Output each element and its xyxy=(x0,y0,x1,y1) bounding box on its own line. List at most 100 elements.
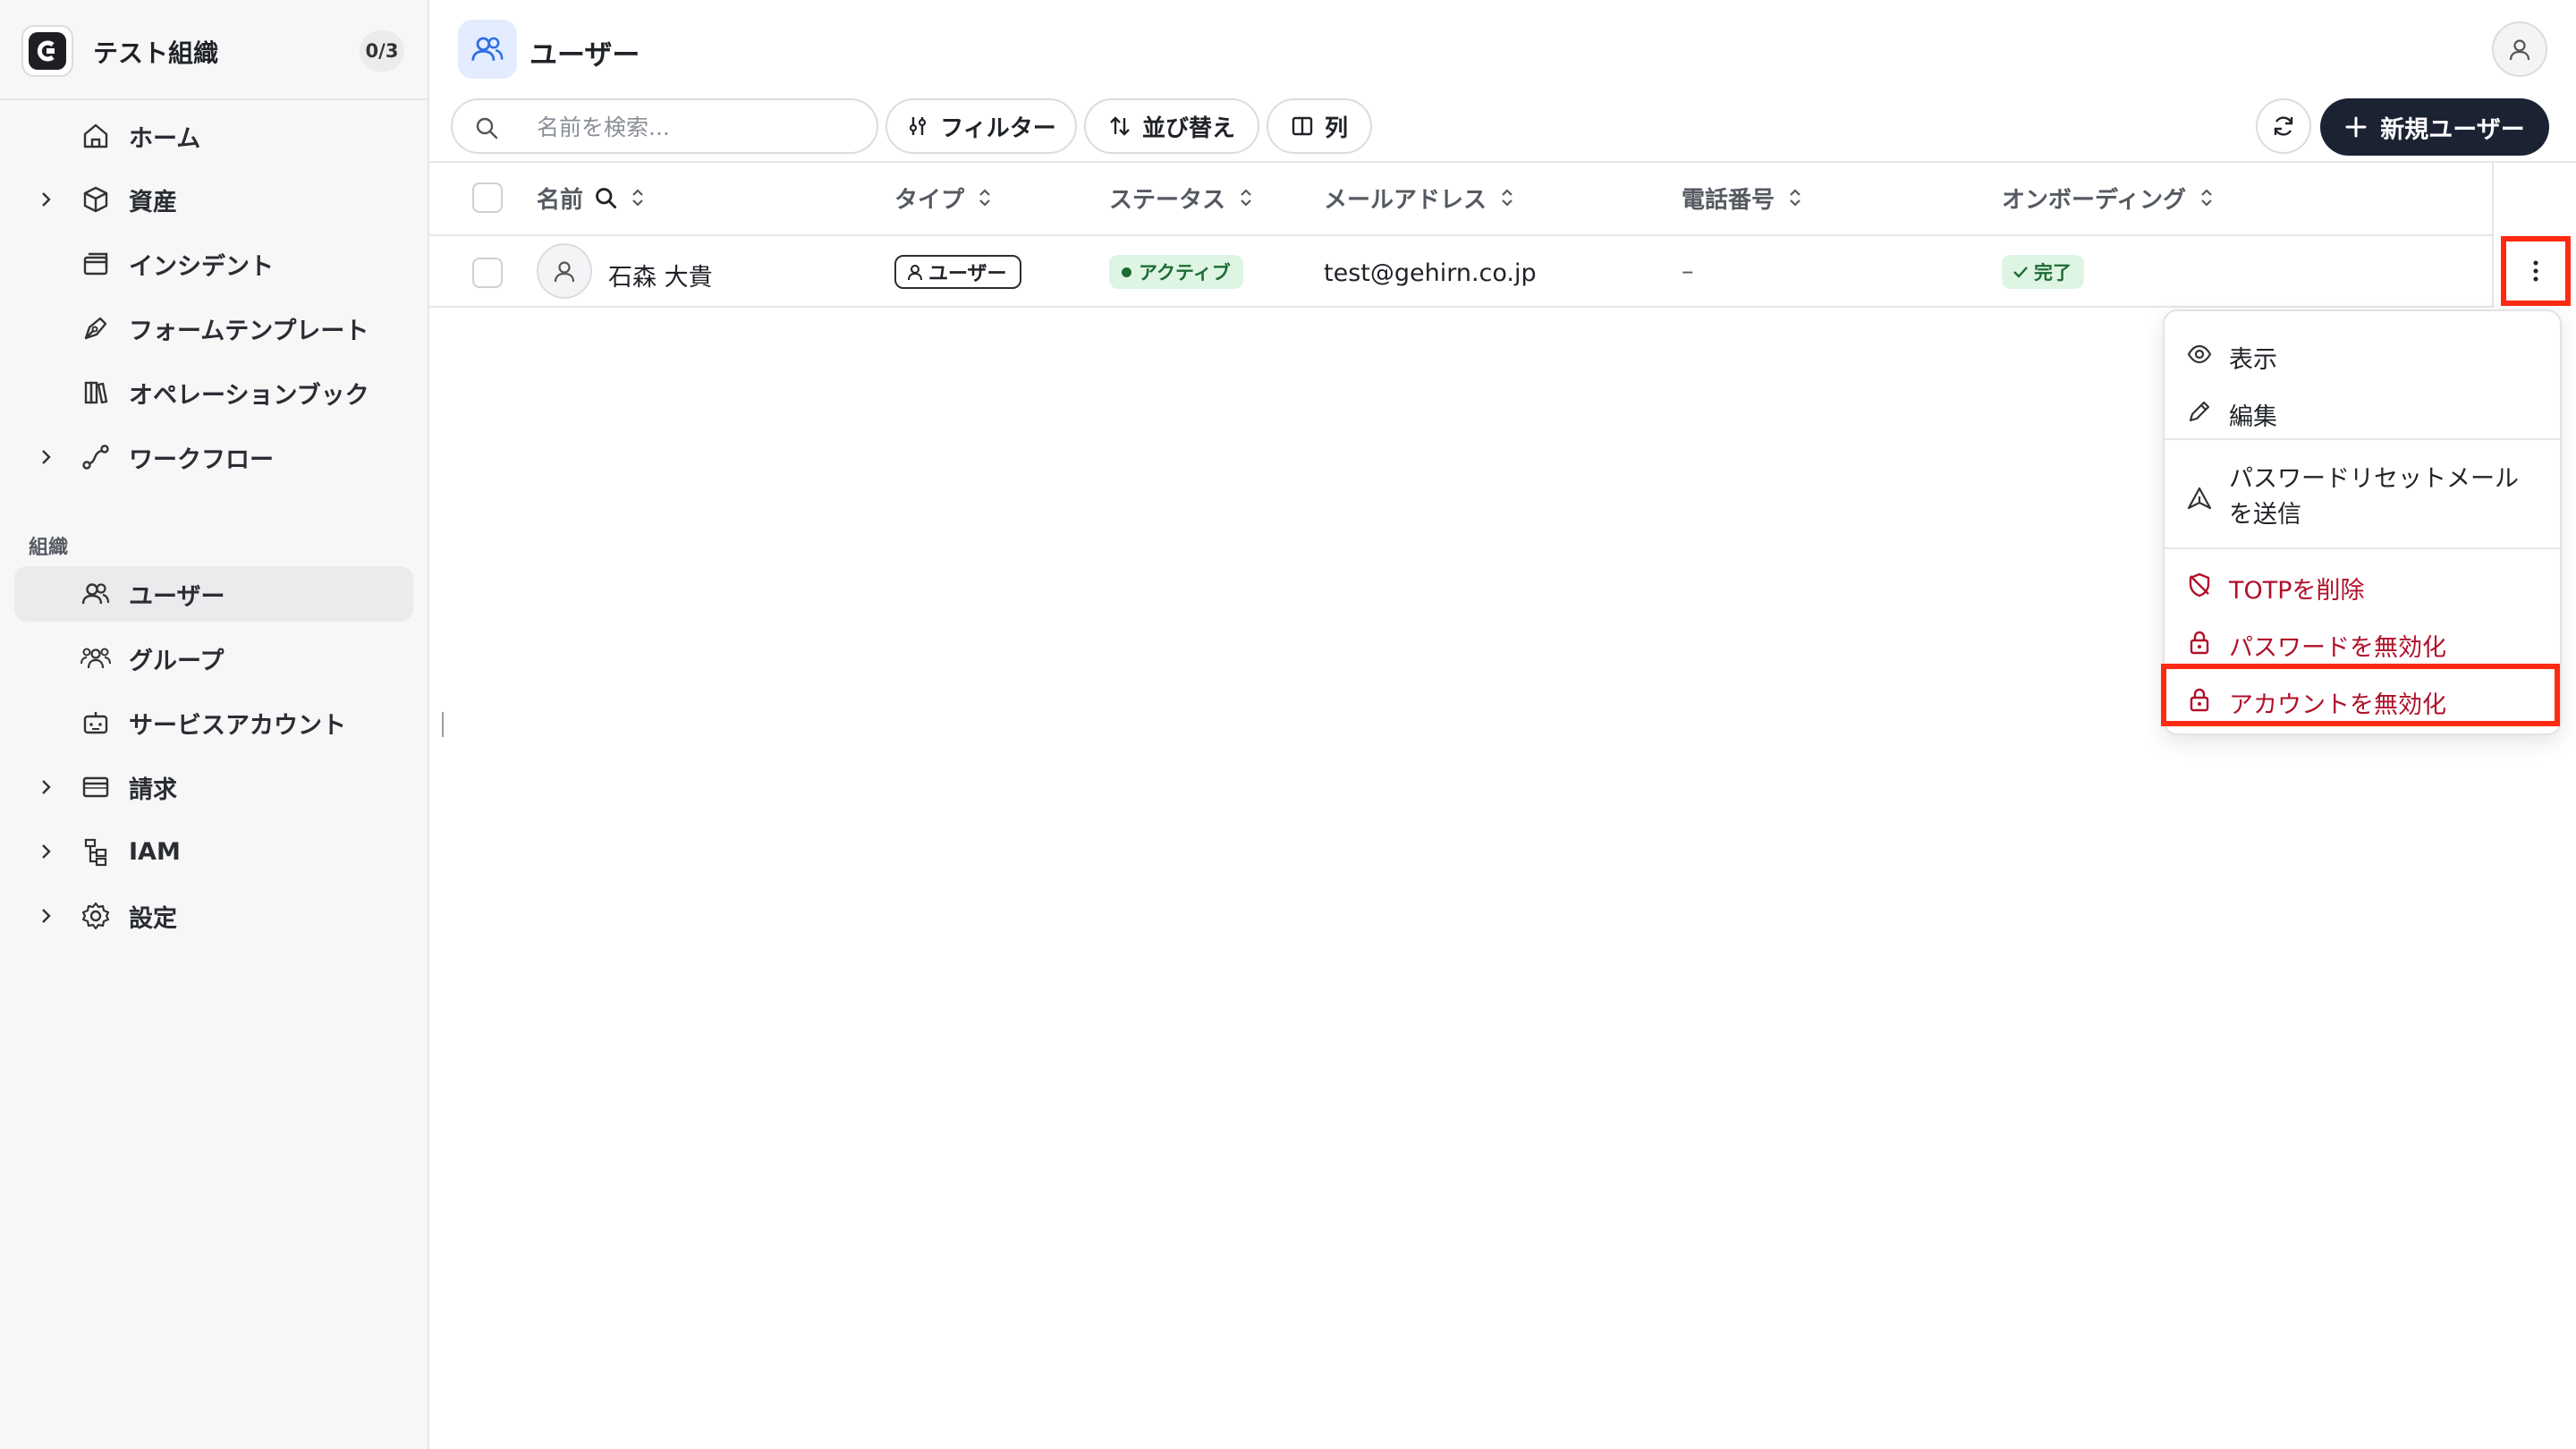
eye-icon xyxy=(2187,344,2212,364)
sidebar-item-label: ユーザー xyxy=(129,582,225,611)
search-icon[interactable] xyxy=(594,186,617,209)
sidebar-item-service-accounts[interactable]: サービスアカウント xyxy=(14,695,413,750)
refresh-button[interactable] xyxy=(2256,98,2311,154)
sidebar-item-label: ワークフロー xyxy=(129,445,274,474)
menu-item-send-password-reset[interactable]: パスワードリセットメールを送信 xyxy=(2165,451,2560,546)
check-icon xyxy=(2013,267,2028,278)
sidebar-item-iam[interactable]: IAM xyxy=(14,824,413,879)
bot-icon xyxy=(83,712,108,734)
column-header-name[interactable]: 名前 xyxy=(537,182,648,214)
search-icon xyxy=(476,117,498,140)
lock-icon xyxy=(2190,631,2209,655)
sort-icon[interactable] xyxy=(1785,188,1805,208)
user-icon xyxy=(2509,39,2530,61)
pen-tool-icon xyxy=(84,317,107,340)
sidebar-item-assets[interactable]: 資産 xyxy=(14,172,413,227)
sidebar-item-billing[interactable]: 請求 xyxy=(14,759,413,815)
new-user-button[interactable]: 新規ユーザー xyxy=(2320,98,2549,156)
chevron-right-icon xyxy=(42,780,51,794)
chevron-right-icon xyxy=(42,450,51,464)
sidebar-section-label: 組織 xyxy=(29,537,69,559)
org-name: テスト組織 xyxy=(93,38,219,68)
divider xyxy=(2165,547,2560,549)
sidebar: テスト組織 0/3 ホーム 資産 インシデント フォームテンプレート オペレーシ… xyxy=(0,0,429,1449)
org-switcher[interactable]: テスト組織 0/3 xyxy=(0,0,429,100)
text-cursor xyxy=(442,712,444,737)
columns-button[interactable]: 列 xyxy=(1267,98,1372,154)
refresh-icon xyxy=(2274,116,2293,136)
sidebar-item-label: インシデント xyxy=(129,252,274,281)
sidebar-item-form-templates[interactable]: フォームテンプレート xyxy=(14,301,413,356)
sidebar-item-incidents[interactable]: インシデント xyxy=(14,236,413,292)
search-input[interactable] xyxy=(537,113,859,141)
user-phone: – xyxy=(1682,258,1694,285)
gear-icon xyxy=(81,902,110,930)
column-header-type[interactable]: タイプ xyxy=(894,182,995,214)
row-checkbox[interactable] xyxy=(472,258,503,288)
row-actions-button[interactable] xyxy=(2501,236,2571,306)
route-icon xyxy=(82,445,109,470)
onboarding-badge: 完了 xyxy=(2002,255,2084,289)
sidebar-item-settings[interactable]: 設定 xyxy=(14,888,413,944)
divider xyxy=(429,161,2576,163)
sidebar-item-label: ホーム xyxy=(129,124,201,153)
chevron-right-icon xyxy=(42,192,51,207)
filter-button[interactable]: フィルター xyxy=(886,98,1077,154)
sidebar-item-users[interactable]: ユーザー xyxy=(14,566,413,622)
column-header-onboarding[interactable]: オンボーディング xyxy=(2002,182,2216,214)
sort-label: 並び替え xyxy=(1141,114,1235,142)
sort-icon[interactable] xyxy=(1497,188,1517,208)
users-icon xyxy=(81,583,110,605)
sidebar-item-workflow[interactable]: ワークフロー xyxy=(14,429,413,485)
page-title: ユーザー xyxy=(530,39,640,72)
sort-icon[interactable] xyxy=(1236,188,1256,208)
menu-item-view[interactable]: 表示 xyxy=(2165,329,2560,379)
sidebar-item-label: サービスアカウント xyxy=(129,711,346,740)
new-user-label: 新規ユーザー xyxy=(2380,115,2525,144)
box-icon xyxy=(83,186,108,213)
search-box[interactable] xyxy=(451,98,878,154)
sidebar-item-label: フォームテンプレート xyxy=(129,317,369,345)
columns-label: 列 xyxy=(1324,114,1348,142)
sidebar-item-groups[interactable]: グループ xyxy=(14,631,413,686)
divider xyxy=(2165,438,2560,440)
type-badge: ユーザー xyxy=(894,255,1021,289)
hierarchy-icon xyxy=(84,838,107,867)
users-icon xyxy=(458,20,517,79)
window-stack-icon xyxy=(83,252,108,275)
sidebar-item-label: IAM xyxy=(129,837,181,866)
column-header-email[interactable]: メールアドレス xyxy=(1324,182,1517,214)
sort-button[interactable]: 並び替え xyxy=(1084,98,1259,154)
credit-card-icon xyxy=(82,776,109,798)
menu-item-delete-totp[interactable]: TOTPを削除 xyxy=(2165,558,2560,612)
user-icon xyxy=(908,265,922,281)
column-header-status[interactable]: ステータス xyxy=(1109,182,1256,214)
send-icon xyxy=(2187,487,2212,510)
sidebar-item-home[interactable]: ホーム xyxy=(14,108,413,164)
home-icon xyxy=(83,123,108,148)
more-vertical-icon xyxy=(2533,260,2538,282)
sliders-icon xyxy=(910,117,927,135)
account-avatar[interactable] xyxy=(2492,21,2547,77)
user-email: test@gehirn.co.jp xyxy=(1324,259,1537,287)
sort-icon[interactable] xyxy=(975,188,995,208)
divider xyxy=(429,306,2492,308)
status-badge: アクティブ xyxy=(1109,255,1243,289)
sidebar-item-operation-book[interactable]: オペレーションブック xyxy=(14,365,413,420)
highlight-box xyxy=(2161,664,2560,726)
sort-icon[interactable] xyxy=(628,188,648,208)
menu-item-disable-password[interactable]: パスワードを無効化 xyxy=(2165,615,2560,669)
group-icon xyxy=(80,648,111,669)
column-header-phone[interactable]: 電話番号 xyxy=(1682,182,1805,214)
select-all-checkbox[interactable] xyxy=(472,182,503,213)
chevron-right-icon xyxy=(42,909,51,923)
user-name[interactable]: 石森 大貴 xyxy=(608,258,713,292)
sidebar-item-label: 設定 xyxy=(129,904,177,933)
org-count-badge: 0/3 xyxy=(360,30,404,72)
sort-icon[interactable] xyxy=(2197,188,2216,208)
sidebar-item-label: グループ xyxy=(129,647,225,675)
menu-item-edit[interactable]: 編集 xyxy=(2165,386,2560,436)
chevron-right-icon xyxy=(42,844,51,859)
sidebar-item-label: 請求 xyxy=(129,775,177,804)
sidebar-item-label: オペレーションブック xyxy=(129,381,369,410)
